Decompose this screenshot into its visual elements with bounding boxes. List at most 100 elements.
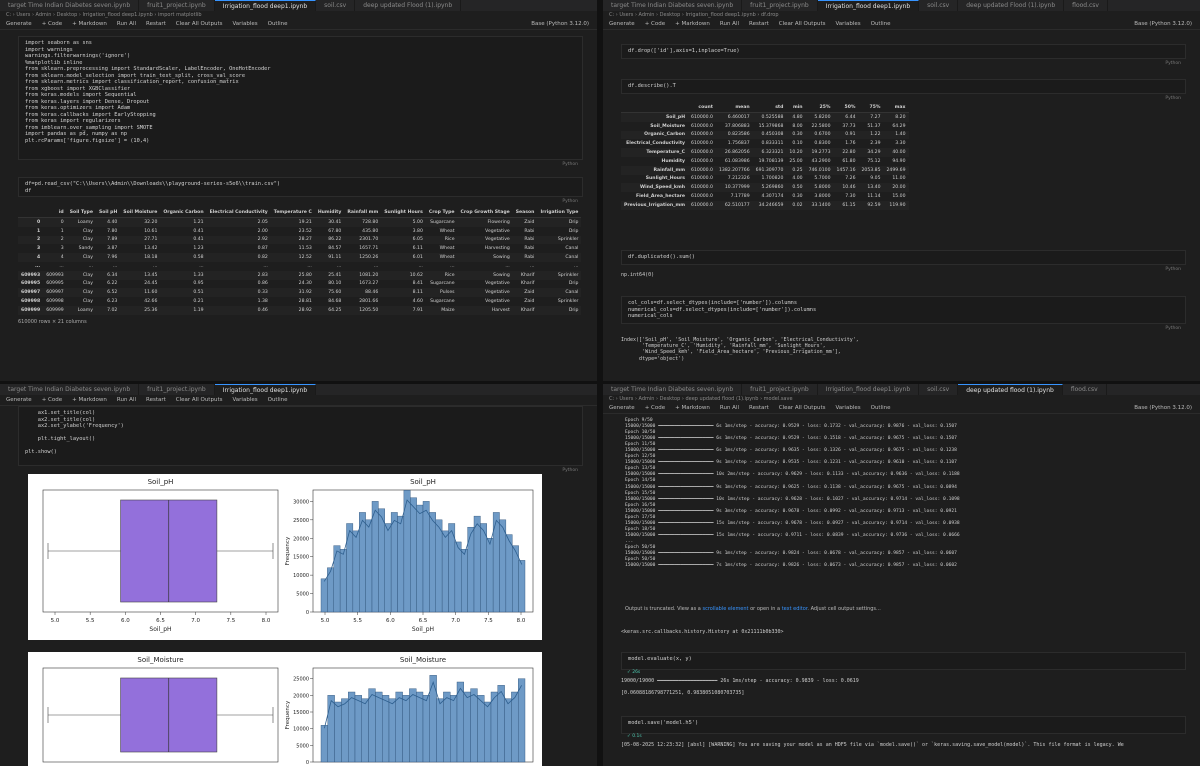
tab[interactable]: fruit1_project.ipynb bbox=[742, 384, 818, 395]
add-code-button[interactable]: + Code bbox=[645, 19, 665, 29]
tab[interactable]: fruit1_project.ipynb bbox=[742, 0, 818, 11]
code-cell[interactable]: ax1.set_title(col) ax2.set_title(col) ax… bbox=[18, 406, 583, 473]
restart-button[interactable]: Restart bbox=[749, 19, 769, 29]
table-cell: 1382.207766 bbox=[715, 165, 753, 175]
generate-button[interactable]: Generate bbox=[6, 395, 32, 405]
run-all-button[interactable]: Run All bbox=[720, 19, 739, 29]
code-cell[interactable]: df.drop(['id'],axis=1,inplace=True) Pyth… bbox=[621, 44, 1186, 66]
column-header: 25% bbox=[805, 103, 834, 113]
clear-outputs-button[interactable]: Clear All Outputs bbox=[176, 19, 223, 29]
run-all-button[interactable]: Run All bbox=[720, 403, 739, 413]
tab[interactable]: deep updated Flood (1).ipynb bbox=[355, 0, 462, 11]
column-header: Soil pH bbox=[95, 208, 121, 218]
run-all-button[interactable]: Run All bbox=[117, 395, 136, 405]
variables-button[interactable]: Variables bbox=[835, 403, 860, 413]
variables-button[interactable]: Variables bbox=[232, 395, 257, 405]
clear-outputs-button[interactable]: Clear All Outputs bbox=[779, 403, 826, 413]
code-text[interactable]: df.describe().T bbox=[622, 80, 1185, 93]
generate-button[interactable]: Generate bbox=[6, 19, 32, 29]
add-markdown-button[interactable]: + Markdown bbox=[72, 19, 107, 29]
truncation-text: or open in a bbox=[748, 606, 782, 612]
restart-button[interactable]: Restart bbox=[749, 403, 769, 413]
kernel-picker[interactable]: Base (Python 3.12.0) bbox=[1134, 19, 1192, 29]
horizontal-split-divider[interactable] bbox=[0, 381, 1200, 384]
code-cell[interactable]: df=pd.read_csv("C:\\Users\\Admin\\Downlo… bbox=[18, 177, 583, 204]
scrollable-element-link[interactable]: scrollable element bbox=[702, 606, 748, 612]
code-cell[interactable]: df.duplicated().sum() Python bbox=[621, 250, 1186, 272]
code-text[interactable]: model.save('model.h5') bbox=[622, 717, 1185, 730]
variables-button[interactable]: Variables bbox=[835, 19, 860, 29]
table-row: Sunlight_Hours 610000.0 7.212326 1.700820 4.… bbox=[621, 175, 909, 184]
kernel-picker[interactable]: Base (Python 3.12.0) bbox=[531, 19, 589, 29]
code-text[interactable]: df=pd.read_csv("C:\\Users\\Admin\\Downlo… bbox=[19, 178, 582, 197]
breadcrumb[interactable]: C: › Users › Admin › Desktop › Irrigatio… bbox=[603, 11, 1200, 19]
code-cell[interactable]: model.evaluate(x, y) bbox=[621, 652, 1186, 670]
code-text[interactable]: df.duplicated().sum() bbox=[622, 251, 1185, 264]
clear-outputs-button[interactable]: Clear All Outputs bbox=[176, 395, 223, 405]
restart-button[interactable]: Restart bbox=[146, 395, 166, 405]
kernel-picker[interactable]: Base (Python 3.12.0) bbox=[1134, 403, 1192, 413]
tab-active[interactable]: Irrigation_flood deep1.ipynb bbox=[214, 384, 317, 395]
cell-language[interactable]: Python bbox=[562, 162, 578, 167]
outline-button[interactable]: Outline bbox=[871, 403, 891, 413]
tab[interactable]: flood.csv bbox=[1064, 0, 1108, 11]
code-text[interactable]: import seaborn as sns import warnings wa… bbox=[19, 37, 582, 147]
cell-language[interactable]: Python bbox=[1165, 61, 1181, 66]
code-text[interactable]: model.evaluate(x, y) bbox=[622, 653, 1185, 666]
tab[interactable]: Irrigation_flood deep1.ipynb bbox=[818, 384, 920, 395]
restart-button[interactable]: Restart bbox=[146, 19, 166, 29]
code-cell[interactable]: col_cols=df.select_dtypes(include=['numb… bbox=[621, 296, 1186, 331]
add-markdown-button[interactable]: + Markdown bbox=[675, 19, 710, 29]
table-cell: 1.700820 bbox=[761, 176, 784, 182]
add-code-button[interactable]: + Code bbox=[42, 19, 62, 29]
run-all-button[interactable]: Run All bbox=[117, 19, 136, 29]
cell-language[interactable]: Python bbox=[562, 468, 578, 473]
table-row: Electrical_Conductivity 610000.0 1.756837 0… bbox=[621, 139, 909, 148]
tab[interactable]: soil.csv bbox=[316, 0, 356, 11]
tab[interactable]: deep updated Flood (1).ipynb bbox=[958, 0, 1065, 11]
add-markdown-button[interactable]: + Markdown bbox=[72, 395, 107, 405]
tab[interactable]: target Time Indian Diabetes seven.ipynb bbox=[603, 0, 743, 11]
tab[interactable]: soil.csv bbox=[919, 0, 959, 11]
generate-button[interactable]: Generate bbox=[609, 19, 635, 29]
tab-active[interactable]: Irrigation_flood deep1.ipynb bbox=[817, 0, 920, 11]
tab[interactable]: target Time Indian Diabetes seven.ipynb bbox=[603, 384, 743, 395]
code-cell[interactable]: df.describe().T Python bbox=[621, 79, 1186, 101]
table-cell: 0.02 bbox=[786, 200, 806, 210]
variables-button[interactable]: Variables bbox=[232, 19, 257, 29]
cell-language[interactable]: Python bbox=[1165, 96, 1181, 101]
cell-language[interactable]: Python bbox=[562, 199, 578, 204]
tab[interactable]: flood.csv bbox=[1063, 384, 1107, 395]
add-code-button[interactable]: + Code bbox=[645, 403, 665, 413]
clear-outputs-button[interactable]: Clear All Outputs bbox=[779, 19, 826, 29]
code-text[interactable]: df.drop(['id'],axis=1,inplace=True) bbox=[622, 45, 1185, 58]
table-cell: Maize bbox=[425, 305, 458, 315]
outline-button[interactable]: Outline bbox=[871, 19, 891, 29]
table-cell: 28.81 bbox=[298, 299, 312, 305]
breadcrumb[interactable]: C: › Users › Admin › Desktop › Irrigatio… bbox=[0, 11, 597, 19]
dataframe-output: id Soil Type Soil pH Soil Moisture Organic C… bbox=[18, 208, 582, 325]
code-text[interactable]: ax1.set_title(col) ax2.set_title(col) ax… bbox=[19, 407, 582, 459]
tab[interactable]: fruit1_project.ipynb bbox=[139, 0, 215, 11]
code-text[interactable]: col_cols=df.select_dtypes(include=['numb… bbox=[622, 297, 1185, 323]
x-tick-label: 5.5 bbox=[353, 618, 362, 624]
add-markdown-button[interactable]: + Markdown bbox=[675, 403, 710, 413]
generate-button[interactable]: Generate bbox=[609, 403, 635, 413]
tab[interactable]: fruit1_project.ipynb bbox=[139, 384, 215, 395]
text-editor-link[interactable]: text editor bbox=[782, 606, 808, 612]
code-cell[interactable]: import seaborn as sns import warnings wa… bbox=[18, 36, 583, 167]
outline-button[interactable]: Outline bbox=[268, 395, 288, 405]
tab[interactable]: target Time Indian Diabetes seven.ipynb bbox=[0, 384, 140, 395]
table-cell: 2.92 bbox=[206, 235, 271, 245]
cell-language[interactable]: Python bbox=[1165, 326, 1181, 331]
tab[interactable]: target Time Indian Diabetes seven.ipynb bbox=[0, 0, 140, 11]
breadcrumb[interactable]: C: › Users › Admin › Desktop › deep upda… bbox=[603, 395, 1200, 403]
tab-active[interactable]: deep updated flood (1).ipynb bbox=[958, 384, 1063, 395]
outline-button[interactable]: Outline bbox=[268, 19, 288, 29]
code-cell[interactable]: model.save('model.h5') bbox=[621, 716, 1186, 734]
histogram-bar bbox=[454, 541, 462, 613]
tab[interactable]: soil.csv bbox=[919, 384, 959, 395]
y-tick-label: 30000 bbox=[293, 499, 309, 505]
add-code-button[interactable]: + Code bbox=[42, 395, 62, 405]
tab-active[interactable]: Irrigation_flood deep1.ipynb bbox=[214, 0, 317, 11]
